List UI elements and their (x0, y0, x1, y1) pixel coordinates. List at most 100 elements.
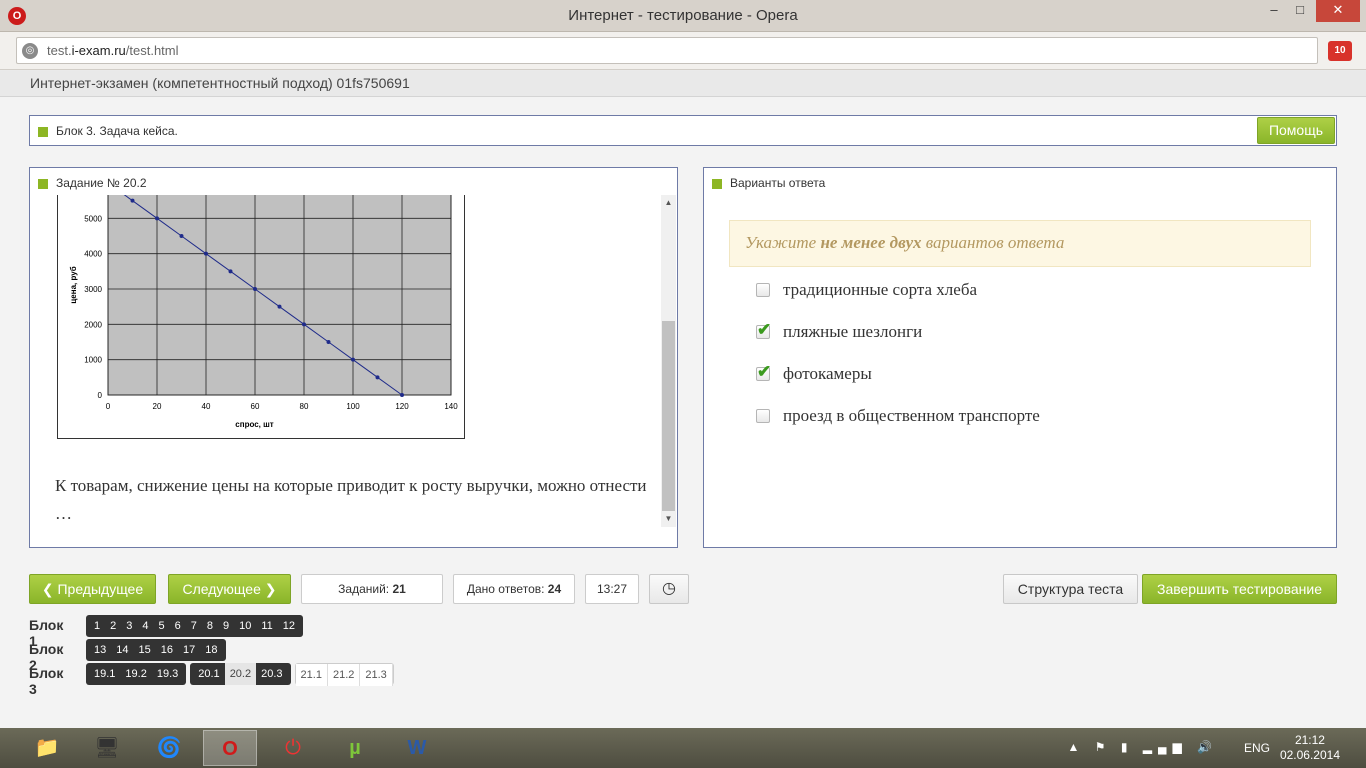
language-indicator[interactable]: ENG (1244, 741, 1270, 755)
minimize-button[interactable]: ‒ (1260, 0, 1288, 22)
task-chip[interactable]: 18 (200, 639, 222, 661)
file-explorer-icon[interactable]: 📁 (20, 730, 74, 766)
task-chip[interactable]: 10 (234, 615, 256, 637)
question-text: К товарам, снижение цены на которые прив… (55, 476, 647, 523)
x-axis-label: спрос, шт (235, 420, 274, 429)
task-chip[interactable]: 20.2 (224, 663, 257, 685)
word-icon[interactable]: W (390, 730, 444, 766)
answer-checkbox[interactable]: ✔ (756, 362, 771, 381)
answer-label[interactable]: фотокамеры (783, 364, 872, 384)
y-axis-label: цена, руб (69, 266, 78, 303)
task-chip[interactable]: 14 (111, 639, 133, 661)
task-title: Задание № 20.2 (38, 176, 147, 190)
extension-icon[interactable]: 10 (1328, 41, 1352, 61)
url-host: i-exam.ru (71, 43, 126, 58)
answer-checkbox[interactable] (756, 283, 770, 297)
next-button[interactable]: Следующее ❯ (168, 574, 291, 604)
messenger-icon[interactable]: 🌀 (142, 730, 196, 766)
utorrent-icon[interactable]: µ (328, 730, 382, 766)
y-tick-label: 2000 (84, 320, 102, 329)
opera-taskbar-icon[interactable]: O (203, 730, 257, 766)
tray-icons[interactable]: ▲ ⚑ ▮ ▂▄▆ 🔊 (1068, 740, 1218, 754)
window-titlebar: O Интернет - тестирование - Opera ‒ □ ✕ (0, 0, 1366, 32)
task-chip[interactable]: 19.3 (152, 663, 183, 685)
task-chip[interactable]: 6 (170, 615, 186, 637)
data-point (351, 357, 355, 362)
timer: 13:27 (585, 574, 639, 604)
task-chip[interactable]: 21.2 (327, 664, 361, 686)
scroll-up-arrow-icon[interactable]: ▲ (661, 195, 676, 211)
task-chip[interactable]: 19.1 (89, 663, 120, 685)
data-point (253, 287, 257, 291)
task-chip[interactable]: 4 (137, 615, 153, 637)
demand-chart: 0204060801001201400100020003000400050006… (57, 195, 465, 439)
scroll-down-arrow-icon[interactable]: ▼ (661, 511, 676, 527)
data-point (155, 216, 159, 221)
task-chip[interactable]: 5 (154, 615, 170, 637)
data-point (130, 198, 135, 203)
chip-group: 21.1 21.2 21.3 (294, 663, 394, 686)
task-chip[interactable]: 15 (134, 639, 156, 661)
green-square-icon (712, 178, 722, 189)
tasks-count: Заданий: 21 (301, 574, 443, 604)
task-chip[interactable]: 9 (218, 615, 234, 637)
green-square-icon (38, 178, 48, 189)
answer-checkbox[interactable] (756, 409, 770, 423)
power-icon[interactable]: ⏻ (266, 730, 320, 766)
clock[interactable]: 21:12 02.06.2014 (1280, 733, 1340, 763)
x-tick-label: 140 (444, 402, 458, 411)
task-chip[interactable]: 16 (156, 639, 178, 661)
task-chip[interactable]: 21.1 (295, 664, 328, 686)
task-chip[interactable]: 20.3 (256, 663, 287, 685)
task-chip[interactable]: 19.2 (120, 663, 151, 685)
chip-group: 19.1 19.2 19.3 (86, 663, 187, 685)
data-point (302, 322, 306, 327)
url-input[interactable]: test.i-exam.ru/test.html (16, 37, 1318, 64)
y-tick-label: 5000 (84, 214, 102, 223)
task-chip[interactable]: 8 (202, 615, 218, 637)
exam-title: Интернет-экзамен (компетентностный подхо… (30, 75, 410, 91)
data-point (326, 340, 331, 344)
prev-button[interactable]: ❮ Предыдущее (29, 574, 156, 604)
data-point (375, 375, 380, 380)
task-chip[interactable]: 11 (256, 615, 277, 637)
site-info-icon[interactable]: ◎ (22, 43, 38, 59)
chip-group: 13 14 15 16 17 18 (86, 639, 226, 661)
data-point (179, 234, 184, 238)
chevron-left-icon: ❮ (41, 581, 58, 597)
window-title: Интернет - тестирование - Opera (568, 7, 798, 24)
y-tick-label: 0 (98, 391, 103, 400)
task-chip[interactable]: 20.1 (193, 663, 224, 685)
task-chip[interactable]: 2 (105, 615, 121, 637)
task-chips: 19.1 19.2 19.3 20.1 20.2 20.3 21.1 21.2 21.3 (86, 663, 398, 686)
y-tick-label: 1000 (84, 356, 102, 365)
url-prefix: test. (47, 43, 72, 58)
task-chip[interactable]: 21.3 (360, 664, 393, 686)
finish-test-button[interactable]: Завершить тестирование (1142, 574, 1337, 604)
x-tick-label: 60 (251, 402, 260, 411)
task-chip[interactable]: 7 (186, 615, 202, 637)
task-chip[interactable]: 12 (278, 615, 300, 637)
close-button[interactable]: ✕ (1316, 0, 1360, 22)
plot-area (107, 195, 452, 396)
answer-label[interactable]: пляжные шезлонги (783, 322, 922, 342)
task-chip[interactable]: 3 (121, 615, 137, 637)
address-bar: test.i-exam.ru/test.html ◎ 10 (0, 32, 1366, 70)
green-square-icon (38, 126, 48, 137)
task-chip[interactable]: 13 (89, 639, 111, 661)
clock-icon[interactable]: ◷ (649, 574, 689, 604)
task-chip[interactable]: 1 (89, 615, 105, 637)
scroll-thumb[interactable] (662, 321, 675, 511)
answer-label[interactable]: проезд в общественном транспорте (783, 406, 1040, 426)
maximize-button[interactable]: □ (1286, 0, 1314, 22)
page-content: Блок 3. Задача кейса. Помощь Задание № 2… (0, 97, 1366, 728)
task-chip[interactable]: 17 (178, 639, 200, 661)
control-panel-icon[interactable]: 🖥 (80, 730, 134, 766)
help-button[interactable]: Помощь (1257, 117, 1335, 144)
answer-label[interactable]: традиционные сорта хлеба (783, 280, 977, 300)
checkmark-icon: ✔ (757, 362, 772, 381)
test-structure-button[interactable]: Структура теста (1003, 574, 1138, 604)
data-point (400, 393, 404, 397)
answer-checkbox[interactable]: ✔ (756, 320, 771, 339)
task-scrollbar[interactable]: ▲ ▼ (661, 195, 676, 527)
